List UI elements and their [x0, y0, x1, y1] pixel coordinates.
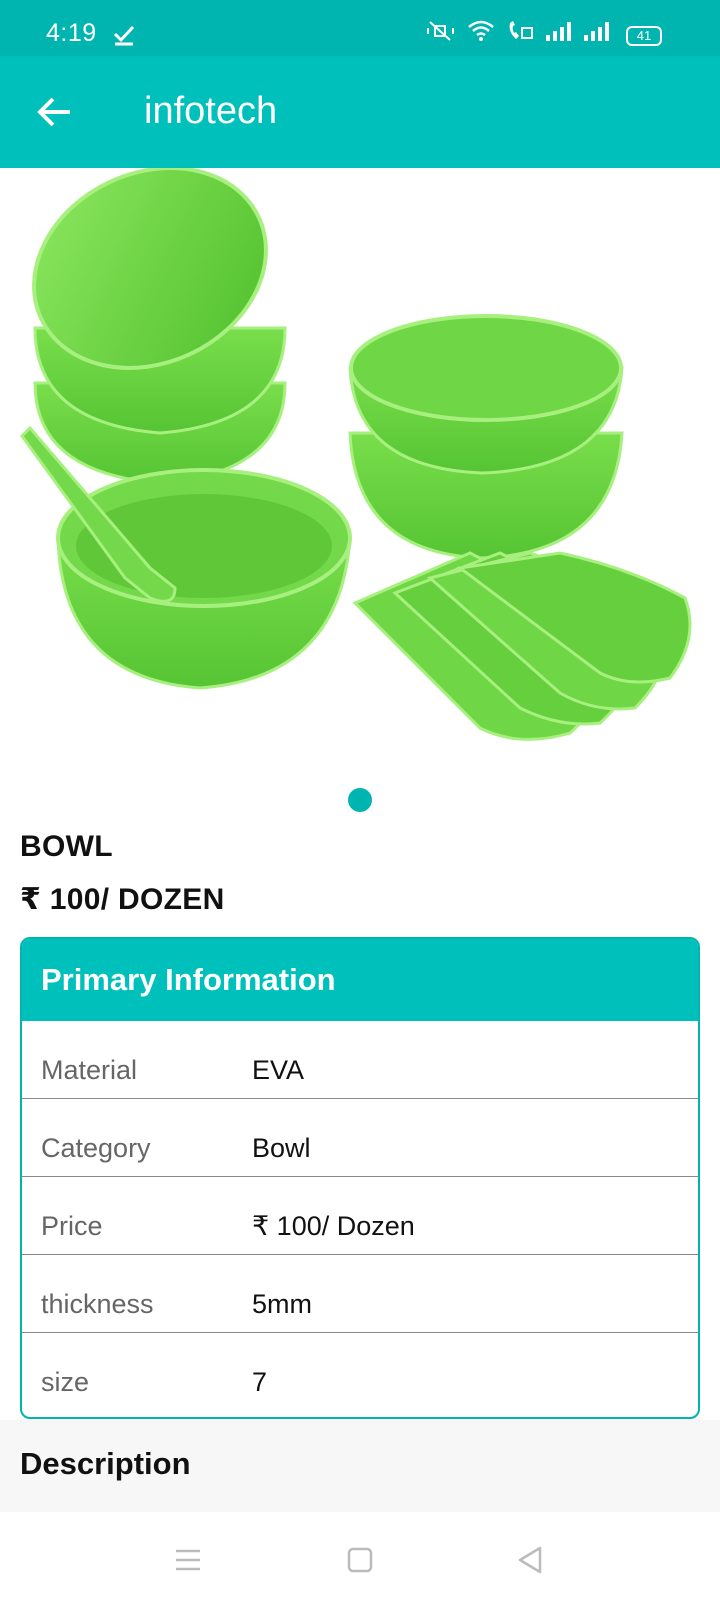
- recent-apps-button[interactable]: [170, 1542, 206, 1578]
- system-back-button[interactable]: [512, 1542, 548, 1578]
- page-title: infotech: [144, 90, 278, 132]
- product-name: BOWL: [20, 830, 113, 863]
- product-price: ₹ 100/ DOZEN: [20, 883, 225, 916]
- info-value: 5mm: [252, 1289, 312, 1319]
- system-nav-bar: [0, 1512, 720, 1600]
- info-value: Bowl: [252, 1133, 311, 1163]
- status-bar: 4:19 41: [0, 0, 720, 56]
- signal-icon: [546, 22, 571, 41]
- product-image: [20, 168, 692, 741]
- menu-icon: [176, 1549, 200, 1571]
- info-row-price: Price ₹ 100/ Dozen: [22, 1177, 698, 1255]
- back-triangle-icon: [518, 1546, 542, 1574]
- info-row-size: size 7: [22, 1333, 698, 1411]
- back-button[interactable]: [32, 90, 76, 134]
- wifi-icon: [468, 20, 494, 41]
- info-row-category: Category Bowl: [22, 1099, 698, 1177]
- info-label: Material: [41, 1055, 138, 1085]
- info-row-thickness: thickness 5mm: [22, 1255, 698, 1333]
- status-icons: [426, 20, 610, 42]
- battery-icon: 41: [626, 26, 662, 46]
- info-label: Price: [41, 1211, 103, 1241]
- app-bar: infotech: [0, 56, 720, 168]
- arrow-left-icon: [37, 97, 70, 127]
- primary-information-header: Primary Information: [22, 939, 698, 1021]
- info-value: 7: [252, 1367, 268, 1397]
- description-section: Description: [0, 1420, 720, 1512]
- info-label: thickness: [41, 1289, 154, 1319]
- status-time: 4:19: [46, 19, 97, 47]
- info-label: size: [41, 1367, 90, 1397]
- primary-information-card: Primary Information Material EVA Categor…: [20, 937, 700, 1419]
- home-square-icon: [347, 1547, 373, 1573]
- info-value: EVA: [252, 1055, 305, 1085]
- info-label: Category: [41, 1133, 151, 1163]
- home-button[interactable]: [342, 1542, 378, 1578]
- description-title: Description: [20, 1446, 191, 1481]
- info-row-material: Material EVA: [22, 1021, 698, 1099]
- signal-icon: [584, 22, 609, 41]
- info-value: ₹ 100/ Dozen: [252, 1211, 415, 1241]
- check-icon: [113, 25, 135, 46]
- mute-vibrate-icon: [427, 21, 454, 41]
- wifi-calling-icon: [509, 21, 533, 39]
- product-image-gallery[interactable]: [0, 168, 720, 768]
- page-indicator-dot[interactable]: [348, 788, 372, 812]
